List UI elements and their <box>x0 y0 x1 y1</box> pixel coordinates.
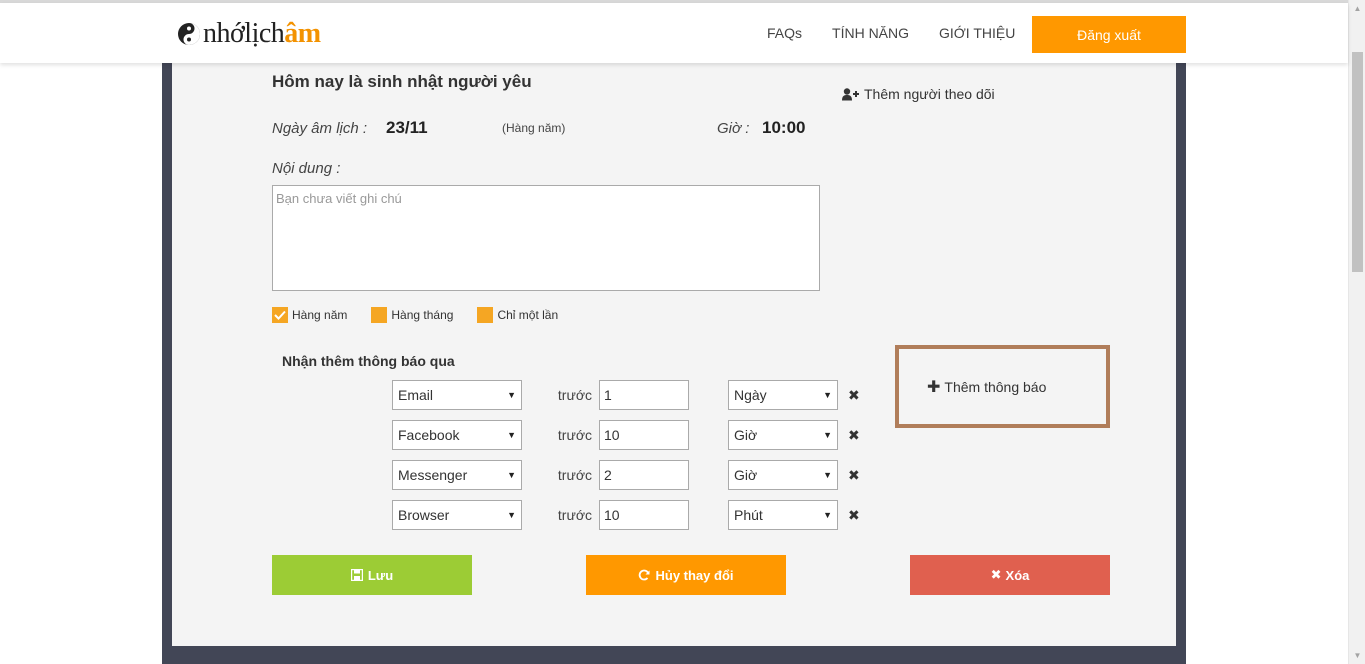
content-label: Nội dung : <box>272 160 341 177</box>
dropdown-caret-icon: ▼ <box>823 390 832 400</box>
amount-input[interactable] <box>599 500 689 530</box>
logout-button[interactable]: Đăng xuất <box>1032 16 1186 53</box>
dropdown-caret-icon: ▼ <box>507 430 516 440</box>
refresh-icon <box>639 569 650 581</box>
unit-select[interactable]: Giờ ▼ <box>728 420 838 450</box>
remove-icon[interactable]: ✖ <box>848 507 860 524</box>
checkbox-unchecked[interactable] <box>371 307 388 323</box>
main-nav: FAQs TÍNH NĂNG GIỚI THIỆU <box>752 3 1030 63</box>
dropdown-caret-icon: ▼ <box>823 510 832 520</box>
before-label: trước <box>557 427 592 443</box>
site-logo[interactable]: nhớlịch âm <box>177 17 321 51</box>
unit-select[interactable]: Giờ ▼ <box>728 460 838 490</box>
unit-select[interactable]: Phút ▼ <box>728 500 838 530</box>
nav-features[interactable]: TÍNH NĂNG <box>832 25 909 41</box>
dropdown-caret-icon: ▼ <box>507 470 516 480</box>
amount-input[interactable] <box>599 460 689 490</box>
nav-faqs[interactable]: FAQs <box>767 25 802 41</box>
repeat-note: (Hàng năm) <box>502 121 566 135</box>
add-user-icon <box>842 87 859 100</box>
unit-select[interactable]: Ngày ▼ <box>728 380 838 410</box>
unit-value: Phút <box>734 507 763 523</box>
unit-value: Giờ <box>734 427 758 443</box>
site-header: nhớlịch âm FAQs TÍNH NĂNG GIỚI THIỆU Đăng… <box>0 3 1348 63</box>
channel-value: Messenger <box>398 467 468 483</box>
checkmark-icon <box>274 310 286 320</box>
scrollbar-thumb[interactable] <box>1352 52 1363 272</box>
save-label: Lưu <box>367 567 394 583</box>
channel-value: Browser <box>398 507 450 523</box>
scroll-up-icon[interactable]: ▲ <box>1349 0 1365 17</box>
add-notification-button[interactable]: ✚ Thêm thông báo <box>895 345 1110 428</box>
content-textarea[interactable] <box>272 185 820 291</box>
repeat-monthly-label: Hàng tháng <box>391 308 454 322</box>
notify-row: Facebook ▼ trước Giờ ▼ ✖ <box>392 420 860 450</box>
channel-value: Facebook <box>398 427 460 443</box>
unit-value: Giờ <box>734 467 758 483</box>
lunar-date-value: 23/11 <box>386 118 428 137</box>
hour-label: Giờ : <box>717 120 750 137</box>
plus-icon: ✚ <box>927 378 941 396</box>
logo-text-main: nhớlịch <box>203 18 285 49</box>
floppy-disk-icon <box>350 569 363 581</box>
delete-label: Xóa <box>1005 567 1030 583</box>
before-label: trước <box>557 507 592 523</box>
channel-select[interactable]: Facebook ▼ <box>392 420 522 450</box>
remove-icon[interactable]: ✖ <box>848 427 860 444</box>
notify-row: Messenger ▼ trước Giờ ▼ ✖ <box>392 460 860 490</box>
delete-button[interactable]: ✖ Xóa <box>910 555 1110 595</box>
page-scrollbar[interactable]: ▲ ▼ <box>1348 0 1365 664</box>
before-label: trước <box>557 467 592 483</box>
event-title: Hôm nay là sinh nhật người yêu <box>272 72 532 91</box>
dropdown-caret-icon: ▼ <box>507 510 516 520</box>
checkbox-checked[interactable] <box>272 307 288 323</box>
discard-changes-button[interactable]: Hủy thay đổi <box>586 555 786 595</box>
discard-changes-label: Hủy thay đổi <box>655 567 734 583</box>
channel-select[interactable]: Email ▼ <box>392 380 522 410</box>
add-follower-label: Thêm người theo dõi <box>864 86 995 102</box>
dropdown-caret-icon: ▼ <box>507 390 516 400</box>
event-panel: Hôm nay là sinh nhật người yêu Thêm ngườ… <box>172 63 1176 646</box>
repeat-yearly-option[interactable]: Hàng năm <box>272 307 347 323</box>
add-follower-link[interactable]: Thêm người theo dõi <box>842 86 995 102</box>
yin-yang-icon <box>178 23 200 45</box>
repeat-monthly-option[interactable]: Hàng tháng <box>371 307 453 323</box>
channel-select[interactable]: Browser ▼ <box>392 500 522 530</box>
repeat-once-label: Chỉ một lần <box>497 308 559 322</box>
amount-input[interactable] <box>599 420 689 450</box>
notify-row: Browser ▼ trước Phút ▼ ✖ <box>392 500 860 530</box>
notify-section-title: Nhận thêm thông báo qua <box>282 353 455 369</box>
dropdown-caret-icon: ▼ <box>823 430 832 440</box>
checkbox-unchecked[interactable] <box>477 307 494 323</box>
repeat-yearly-label: Hàng năm <box>292 308 348 322</box>
channel-select[interactable]: Messenger ▼ <box>392 460 522 490</box>
dropdown-caret-icon: ▼ <box>823 470 832 480</box>
nav-about[interactable]: GIỚI THIỆU <box>939 25 1015 41</box>
unit-value: Ngày <box>734 387 767 403</box>
add-notification-label: Thêm thông báo <box>944 378 1047 395</box>
repeat-once-option[interactable]: Chỉ một lần <box>477 307 558 323</box>
save-button[interactable]: Lưu <box>272 555 472 595</box>
channel-value: Email <box>398 387 434 403</box>
hour-value: 10:00 <box>762 118 806 137</box>
lunar-date-label: Ngày âm lịch : <box>272 120 368 137</box>
remove-icon[interactable]: ✖ <box>848 467 860 484</box>
logo-text-accent: âm <box>284 18 321 49</box>
remove-icon[interactable]: ✖ <box>848 387 860 404</box>
content-frame: Hôm nay là sinh nhật người yêu Thêm ngườ… <box>162 63 1186 664</box>
notify-row: Email ▼ trước Ngày ▼ ✖ <box>392 380 860 410</box>
scroll-down-icon[interactable]: ▼ <box>1349 647 1365 664</box>
amount-input[interactable] <box>599 380 689 410</box>
repeat-options: Hàng năm Hàng tháng Chỉ một lần <box>272 307 582 323</box>
close-icon: ✖ <box>990 567 1002 582</box>
before-label: trước <box>557 387 592 403</box>
